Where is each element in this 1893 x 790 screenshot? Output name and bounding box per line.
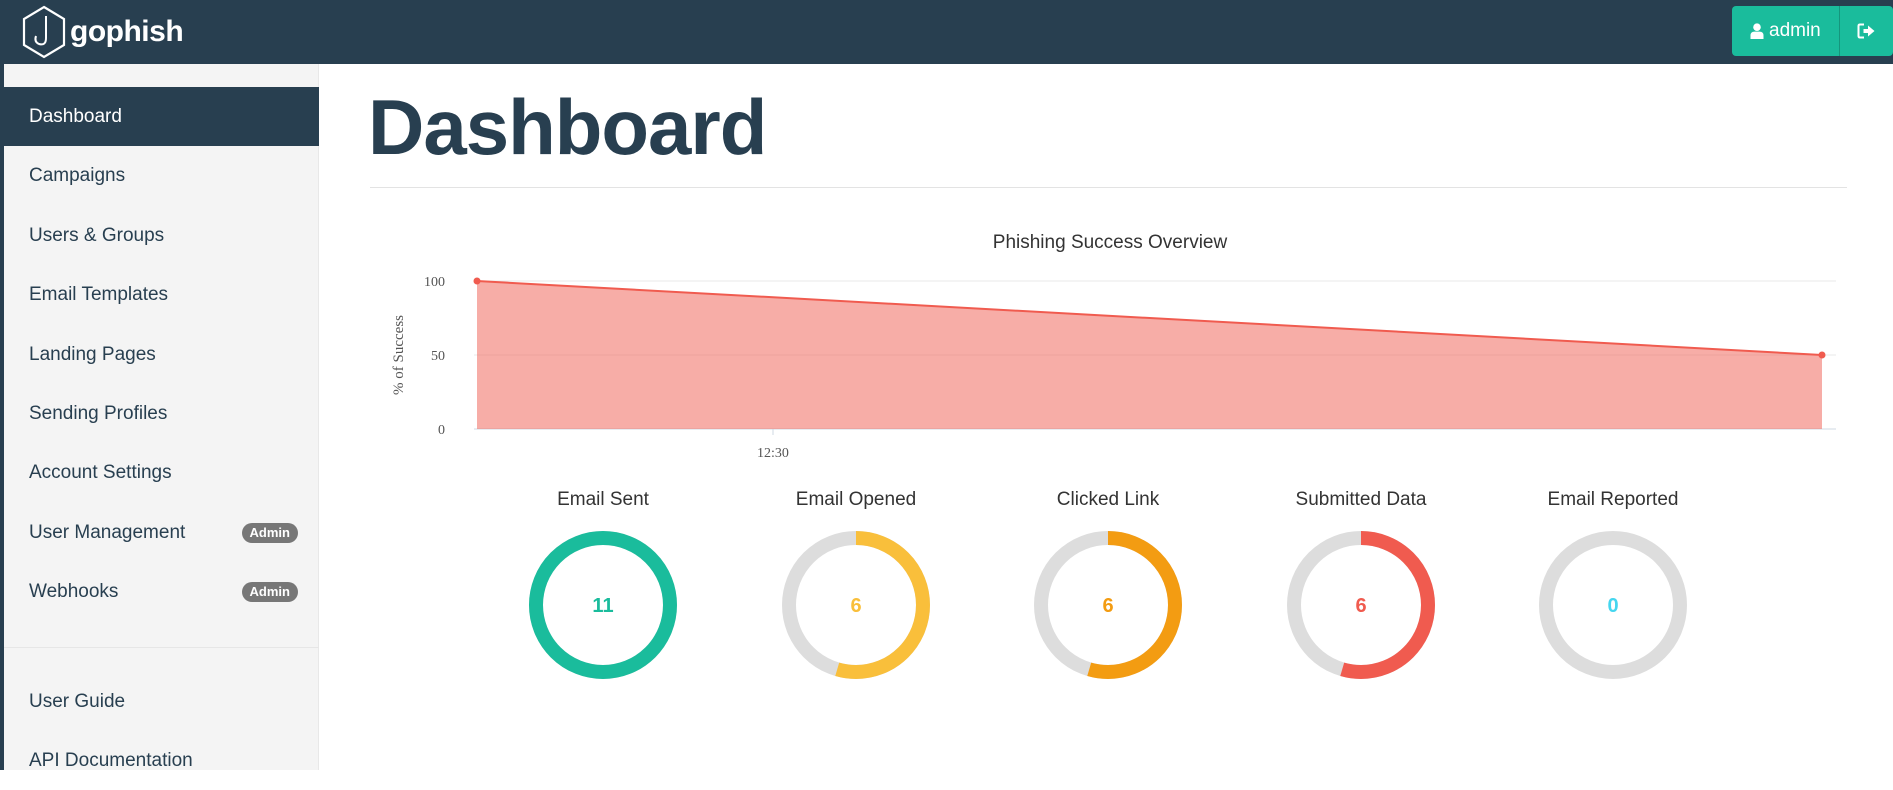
- sidebar-item-api-documentation[interactable]: API Documentation: [4, 731, 319, 790]
- user-name: admin: [1769, 20, 1821, 41]
- stat-value: 6: [1102, 595, 1113, 617]
- stat-value: 0: [1607, 595, 1618, 617]
- stat-label: Email Opened: [795, 489, 917, 510]
- sidebar-item-campaigns[interactable]: Campaigns: [4, 146, 319, 205]
- phishing-overview-chart: Phishing Success Overview % of Success 0…: [391, 232, 1836, 461]
- sidebar: Dashboard Campaigns Users & Groups Email…: [0, 64, 319, 771]
- sidebar-divider: [4, 647, 319, 648]
- sidebar-item-label: Webhooks: [29, 580, 119, 602]
- sidebar-item-webhooks[interactable]: Webhooks Admin: [4, 562, 319, 621]
- stat-email-reported: Email Reported 0: [1493, 484, 1733, 681]
- donut-chart: 6: [782, 531, 930, 679]
- stat-email-opened: Email Opened 6: [736, 484, 976, 681]
- area-fill: [477, 281, 1822, 429]
- sidebar-item-label: Landing Pages: [29, 343, 156, 365]
- sidebar-item-label: Sending Profiles: [29, 402, 168, 424]
- stat-value: 6: [1355, 595, 1366, 617]
- sidebar-item-label: Email Templates: [29, 283, 169, 305]
- sidebar-item-label: Dashboard: [29, 105, 122, 127]
- y-tick-label: 0: [438, 423, 445, 438]
- donut-chart: 0: [1539, 531, 1687, 679]
- sidebar-item-user-management[interactable]: User Management Admin: [4, 503, 319, 562]
- y-tick-label: 50: [431, 349, 445, 364]
- logout-button[interactable]: [1838, 6, 1893, 56]
- chart-y-axis-label: % of Success: [391, 315, 407, 395]
- stat-label: Email Reported: [1547, 489, 1679, 510]
- brand[interactable]: gophish: [20, 2, 184, 62]
- data-point: [1818, 351, 1826, 359]
- donut-chart: 6: [1287, 531, 1435, 679]
- admin-badge: Admin: [241, 581, 298, 602]
- sidebar-item-sending-profiles[interactable]: Sending Profiles: [4, 384, 319, 443]
- data-point: [473, 277, 481, 285]
- chart-title: Phishing Success Overview: [993, 232, 1228, 253]
- hook-logo-icon: [22, 5, 66, 59]
- stat-submitted-data: Submitted Data 6: [1241, 484, 1481, 681]
- sidebar-item-label: User Management: [29, 521, 186, 543]
- sidebar-item-landing-pages[interactable]: Landing Pages: [4, 325, 319, 384]
- title-divider: [370, 187, 1847, 188]
- user-button[interactable]: admin: [1732, 6, 1839, 56]
- admin-badge: Admin: [241, 522, 298, 543]
- page-title: Dashboard: [368, 83, 767, 171]
- sidebar-item-email-templates[interactable]: Email Templates: [4, 265, 319, 324]
- stat-value: 11: [592, 595, 613, 617]
- top-navbar: gophish admin: [0, 0, 1893, 64]
- sidebar-item-users-groups[interactable]: Users & Groups: [4, 206, 319, 265]
- brand-name: gophish: [70, 15, 184, 48]
- x-tick-label: 12:30: [757, 446, 789, 461]
- sidebar-item-user-guide[interactable]: User Guide: [4, 672, 319, 731]
- stat-clicked-link: Clicked Link 6: [988, 484, 1228, 681]
- stat-label: Submitted Data: [1295, 489, 1427, 510]
- sidebar-item-label: Users & Groups: [29, 224, 165, 246]
- sign-out-icon: [1857, 23, 1875, 39]
- stat-label: Email Sent: [557, 489, 649, 510]
- sidebar-item-account-settings[interactable]: Account Settings: [4, 443, 319, 502]
- user-menu: admin: [1732, 6, 1893, 56]
- donut-chart: 6: [1034, 531, 1182, 679]
- user-icon: [1750, 23, 1764, 39]
- sidebar-item-dashboard[interactable]: Dashboard: [4, 87, 319, 146]
- sidebar-item-label: Campaigns: [29, 164, 126, 186]
- y-tick-label: 100: [424, 275, 445, 290]
- sidebar-item-label: Account Settings: [29, 461, 172, 483]
- stat-label: Clicked Link: [1056, 489, 1160, 510]
- chart-marks: [473, 277, 1826, 429]
- sidebar-item-label: API Documentation: [29, 749, 193, 771]
- stat-value: 6: [850, 595, 861, 617]
- sidebar-item-label: User Guide: [29, 690, 126, 712]
- donut-chart: 11: [529, 531, 677, 679]
- stat-email-sent: Email Sent 11: [483, 484, 723, 681]
